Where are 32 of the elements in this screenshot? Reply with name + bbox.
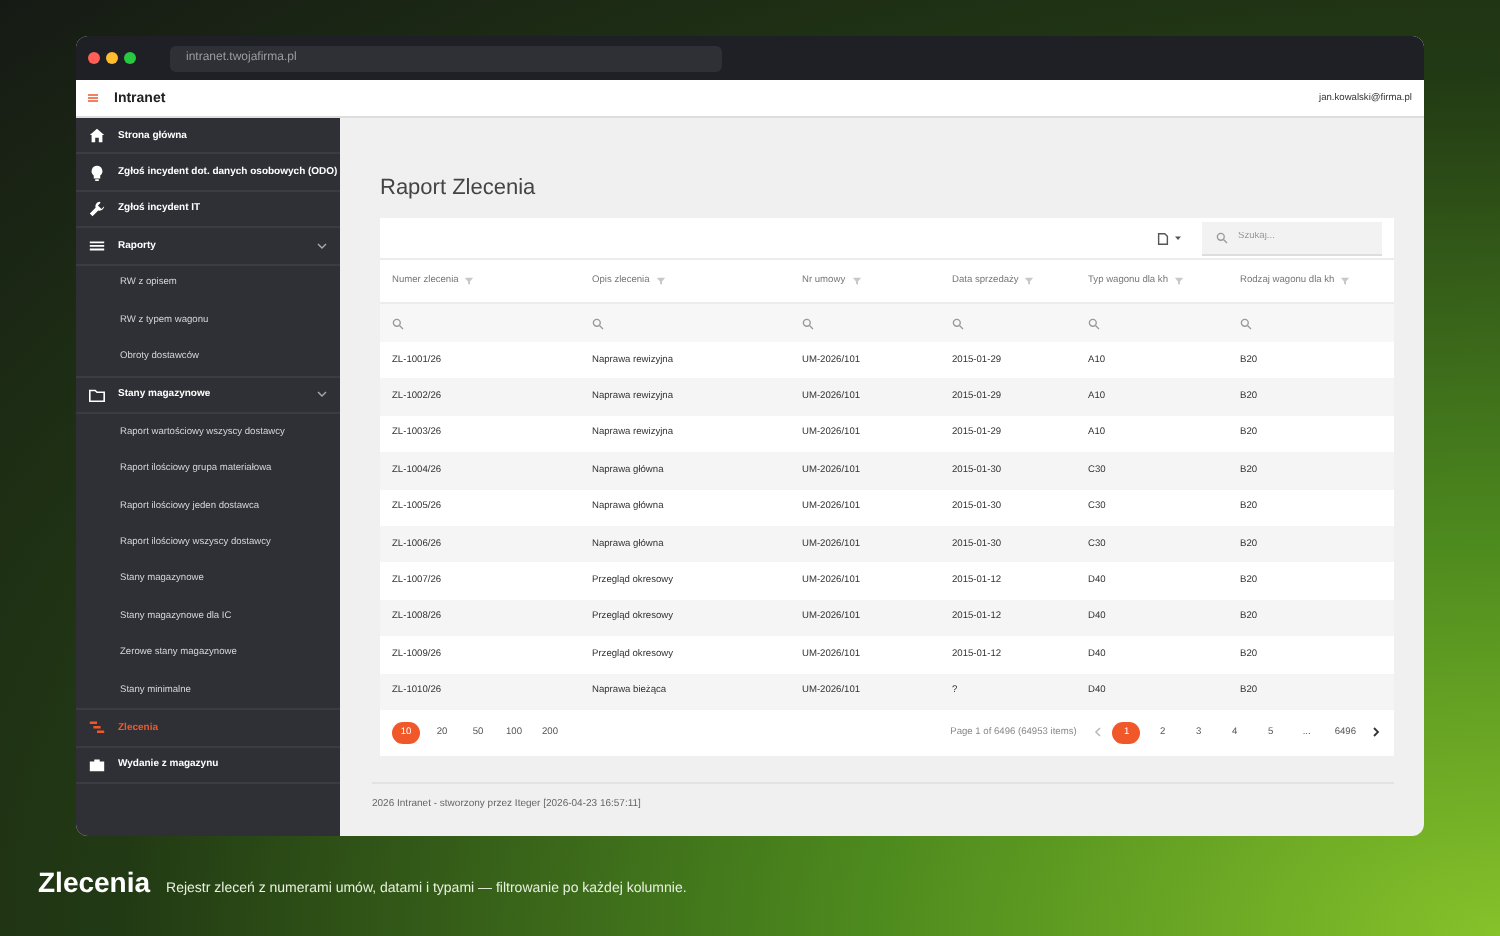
menu-icon[interactable] [88,94,98,102]
close-button[interactable] [88,52,100,64]
minimize-button[interactable] [106,52,118,64]
briefcase-icon [88,755,106,774]
caption-title: Zlecenia [38,866,151,898]
caret-icon [1174,234,1182,242]
home-icon [88,126,106,145]
list-icon [88,236,106,255]
search-icon [1216,232,1228,244]
chevron-left-icon[interactable] [1092,726,1105,739]
wrench-icon [88,199,106,218]
filter-icon[interactable] [851,276,862,286]
export-button[interactable] [1152,227,1186,249]
filter-icon[interactable] [655,276,666,286]
filter-icon[interactable] [1340,276,1351,286]
bulb-icon [88,163,106,182]
folder-icon [88,385,106,404]
search-icon [392,317,404,329]
search-icon [802,317,814,329]
search-icon [592,317,604,329]
chevron-right-icon[interactable] [1370,726,1382,739]
maximize-button[interactable] [124,52,136,64]
search-icon [1088,317,1100,329]
search-icon [952,317,964,329]
document-icon [1156,231,1170,245]
filter-icon[interactable] [1174,276,1185,286]
search-icon [1240,317,1252,329]
page-title: Raport Zlecenia [380,176,538,200]
filter-icon[interactable] [1024,276,1035,286]
chevron-icon[interactable] [316,388,328,401]
chevron-icon[interactable] [316,239,328,252]
filter-icon[interactable] [464,276,475,286]
